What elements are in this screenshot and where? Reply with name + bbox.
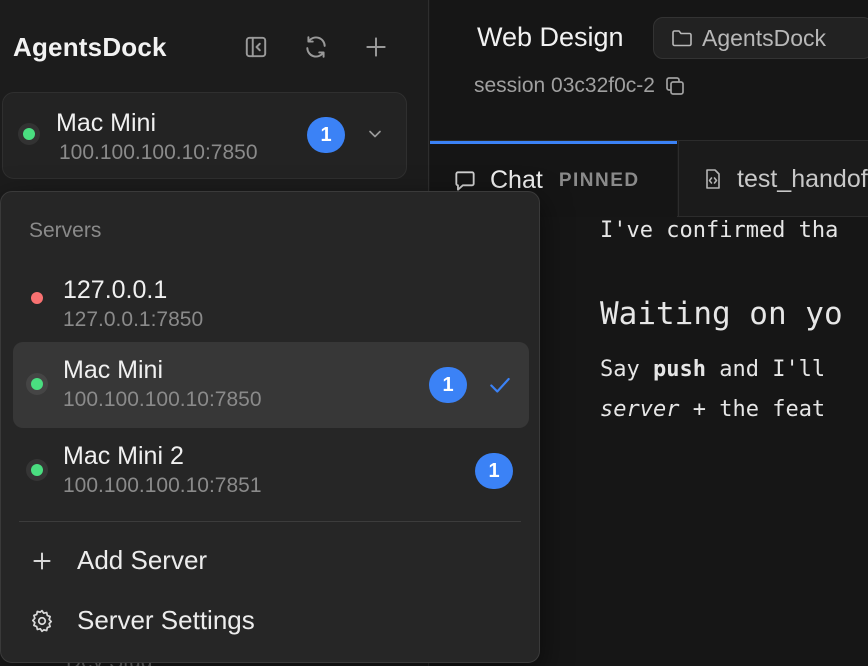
add-server-button[interactable]: Add Server [29, 545, 207, 576]
pinned-tag: PINNED [558, 169, 640, 191]
gear-icon [31, 609, 53, 632]
checkmark-icon [490, 377, 510, 393]
code-file-icon [706, 169, 720, 189]
server-selector[interactable]: Mac Mini 100.100.100.10:7850 1 [2, 92, 407, 179]
workspace-title: Web Design [477, 22, 624, 52]
tab-file[interactable]: test_handoff [678, 141, 868, 217]
chat-bubble-icon [455, 170, 475, 191]
server-name: Mac Mini [63, 356, 164, 384]
server-settings-button[interactable]: Server Settings [29, 605, 255, 636]
servers-header: Servers [29, 219, 102, 242]
server-item-localhost[interactable]: 127.0.0.1 127.0.0.1:7850 [13, 262, 529, 348]
chat-content: I've confirmed tha Waiting on yo Say pus… [600, 216, 868, 666]
notification-badge: 1 [429, 367, 467, 403]
sidebar-toggle-icon [245, 36, 267, 58]
copy-icon[interactable] [663, 74, 687, 98]
server-item-mac-mini-2[interactable]: Mac Mini 2 100.100.100.10:7851 1 [13, 428, 529, 514]
project-folder-chip[interactable]: AgentsDock [653, 17, 868, 59]
message-line: server + the feat [600, 397, 826, 422]
server-name: Mac Mini 2 [63, 442, 184, 470]
toggle-sidebar-button[interactable] [242, 33, 270, 61]
refresh-icon [306, 36, 326, 58]
server-settings-label: Server Settings [77, 605, 255, 635]
session-id-row: session 03c32f0c-2 [474, 74, 687, 98]
plus-icon [33, 551, 51, 570]
new-session-button[interactable] [362, 33, 390, 61]
current-server-address: 100.100.100.10:7850 [59, 141, 258, 164]
message-line: I've confirmed tha [600, 218, 839, 243]
chevron-down-icon[interactable] [365, 124, 385, 144]
status-online-dot [31, 464, 43, 476]
status-online-dot [31, 378, 43, 390]
current-server-name: Mac Mini [56, 109, 157, 137]
app-title: AgentsDock [13, 32, 167, 62]
status-offline-dot [31, 292, 43, 304]
refresh-button[interactable] [302, 33, 330, 61]
add-server-label: Add Server [77, 545, 208, 575]
tab-file-label: test_handoff [737, 164, 868, 193]
message-line: Say push and I'll [600, 357, 826, 382]
project-folder-name: AgentsDock [702, 24, 827, 51]
server-item-mac-mini[interactable]: Mac Mini 100.100.100.10:7850 1 [13, 342, 529, 428]
menu-divider [19, 521, 521, 522]
notification-badge: 1 [307, 117, 345, 153]
notification-badge: 1 [475, 453, 513, 489]
server-dropdown: Servers 127.0.0.1 127.0.0.1:7850 Mac Min… [0, 191, 540, 663]
message-heading: Waiting on yo [600, 296, 843, 332]
status-online-dot [23, 128, 35, 140]
session-id: session 03c32f0c-2 [474, 74, 655, 97]
folder-icon [672, 30, 692, 47]
server-address: 100.100.100.10:7850 [63, 388, 262, 411]
plus-icon [366, 37, 386, 57]
server-address: 127.0.0.1:7850 [63, 308, 204, 331]
server-name: 127.0.0.1 [63, 276, 168, 304]
server-address: 100.100.100.10:7851 [63, 474, 262, 497]
